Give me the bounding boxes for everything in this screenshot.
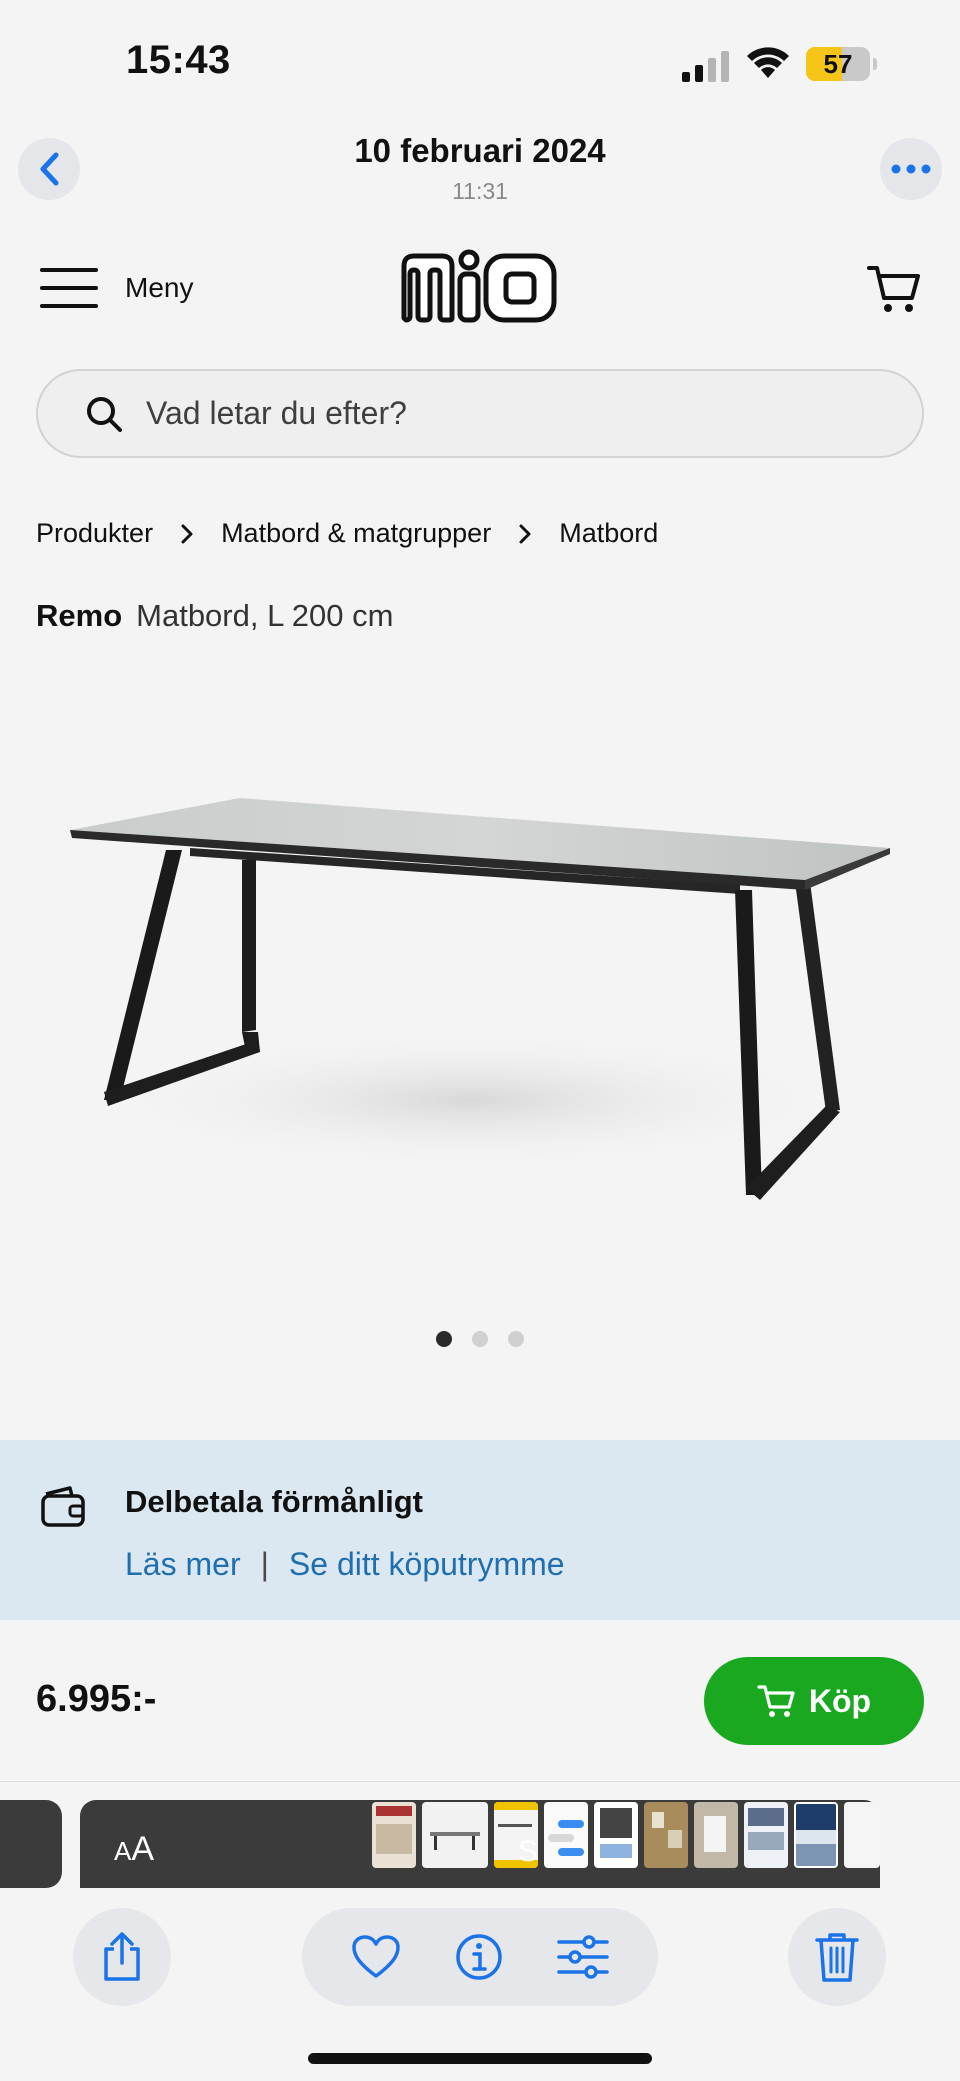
photo-thumbnail[interactable]	[644, 1802, 688, 1868]
trash-icon	[815, 1933, 859, 1982]
hamburger-menu-icon[interactable]	[40, 266, 98, 310]
image-carousel-dots	[0, 1331, 960, 1347]
photo-date: 10 februari 2024	[354, 132, 606, 169]
battery-indicator: 57	[806, 47, 877, 81]
photo-thumbnail[interactable]	[372, 1802, 416, 1868]
carousel-dot[interactable]	[472, 1331, 488, 1347]
photo-thumbnail[interactable]	[694, 1802, 738, 1868]
photo-thumbnail-strip[interactable]	[372, 1802, 880, 1868]
adjust-sliders-icon[interactable]	[557, 1935, 610, 1979]
installment-banner	[0, 1440, 960, 1620]
product-title: Remo Matbord, L 200 cm	[36, 598, 393, 634]
breadcrumb-matbord[interactable]: Matbord	[559, 518, 658, 549]
previous-page-strip[interactable]	[0, 1800, 62, 1888]
link-divider: |	[260, 1546, 269, 1582]
product-brand: Remo	[36, 598, 123, 633]
ellipsis-icon	[891, 164, 931, 174]
more-options-button[interactable]	[880, 138, 942, 200]
photo-thumbnail[interactable]	[594, 1802, 638, 1868]
home-indicator[interactable]	[308, 2053, 652, 2064]
carousel-dot[interactable]	[508, 1331, 524, 1347]
buy-button[interactable]: Köp	[704, 1657, 924, 1745]
share-button[interactable]	[73, 1908, 171, 2006]
photo-thumbnail[interactable]	[422, 1802, 488, 1868]
purchase-limit-link[interactable]: Se ditt köputrymme	[289, 1546, 565, 1583]
breadcrumb-matbord-matgrupper[interactable]: Matbord & matgrupper	[221, 518, 491, 549]
cart-icon	[757, 1685, 795, 1717]
wallet-icon	[41, 1486, 85, 1527]
search-icon	[87, 396, 122, 432]
status-time: 15:43	[126, 38, 231, 82]
photo-thumbnail[interactable]	[794, 1802, 838, 1868]
installment-title: Delbetala förmånligt	[125, 1484, 423, 1519]
photo-thumbnail[interactable]	[844, 1802, 880, 1868]
chevron-right-icon	[517, 522, 533, 546]
search-bar[interactable]	[36, 369, 924, 458]
breadcrumb: Produkter Matbord & matgrupper Matbord	[36, 518, 658, 549]
read-more-link[interactable]: Läs mer	[125, 1546, 241, 1583]
chevron-right-icon	[179, 522, 195, 546]
search-input[interactable]	[146, 395, 846, 432]
cellular-signal-icon	[682, 51, 729, 82]
delete-button[interactable]	[788, 1908, 886, 2006]
mio-logo[interactable]	[398, 248, 560, 324]
installment-links: Läs mer | Se ditt köputrymme	[125, 1546, 565, 1583]
menu-label[interactable]: Meny	[125, 272, 193, 304]
buy-label: Köp	[808, 1682, 872, 1719]
product-description: Matbord, L 200 cm	[136, 598, 394, 633]
info-icon[interactable]	[454, 1932, 504, 1982]
photo-actions-group	[302, 1908, 658, 2006]
photo-thumbnail[interactable]	[544, 1802, 588, 1868]
carousel-dot[interactable]	[436, 1331, 452, 1347]
reader-text-size-button[interactable]: AA	[114, 1830, 154, 1869]
product-image-table[interactable]	[0, 660, 960, 1260]
battery-percent: 57	[823, 49, 853, 79]
page-title-fragment: S	[518, 1835, 539, 1868]
heart-icon[interactable]	[351, 1934, 401, 1980]
product-price: 6.995:-	[36, 1678, 157, 1720]
wifi-icon	[747, 47, 789, 78]
breadcrumb-produkter[interactable]: Produkter	[36, 518, 153, 549]
photo-thumbnail[interactable]	[744, 1802, 788, 1868]
share-icon	[104, 1932, 140, 1981]
photo-time: 11:31	[452, 178, 508, 204]
shopping-cart-icon[interactable]	[866, 260, 922, 316]
